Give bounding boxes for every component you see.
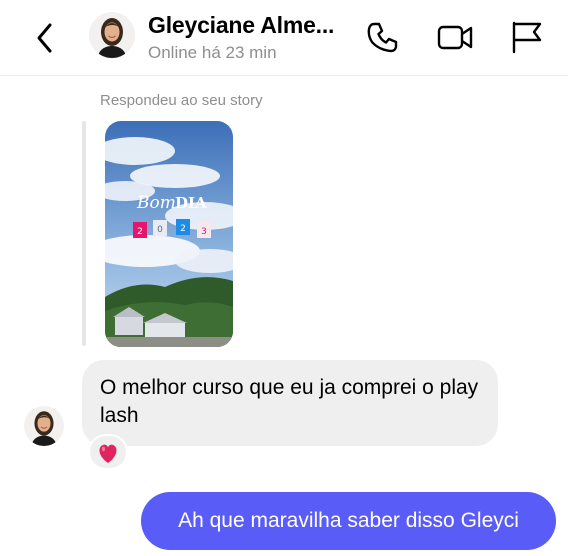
call-button[interactable] [364, 18, 402, 56]
story-reply-caption: Respondeu ao seu story [100, 92, 263, 109]
incoming-message-bubble[interactable]: O melhor curso que eu ja comprei o play … [82, 360, 498, 446]
story-greeting-dia: DIA [175, 194, 207, 212]
video-camera-icon [437, 25, 473, 50]
heart-reaction[interactable] [88, 434, 128, 470]
story-thumbnail[interactable]: Bom DIA 2 0 2 3 [105, 121, 233, 347]
chevron-left-icon [37, 23, 52, 53]
story-year-digit-3: 2 [180, 224, 186, 234]
story-year-digit-1: 2 [137, 227, 143, 237]
contact-name[interactable]: Gleyciane Alme... [148, 12, 334, 39]
contact-status: Online há 23 min [148, 43, 277, 62]
video-call-button[interactable] [436, 18, 474, 56]
flag-icon [512, 21, 542, 54]
heart-icon [99, 444, 117, 463]
contact-avatar[interactable] [89, 12, 135, 58]
story-greeting-bom: Bom [136, 193, 176, 213]
story-year-digit-4: 3 [201, 227, 207, 237]
sender-avatar[interactable] [24, 406, 64, 446]
phone-icon [367, 22, 398, 53]
back-button[interactable] [30, 20, 62, 56]
story-year-digit-2: 0 [157, 225, 163, 235]
report-button[interactable] [508, 18, 546, 56]
outgoing-message-bubble[interactable]: Ah que maravilha saber disso Gleyci [141, 492, 556, 550]
chat-header: Gleyciane Alme... Online há 23 min [0, 0, 568, 76]
reply-indicator-bar [82, 121, 86, 346]
